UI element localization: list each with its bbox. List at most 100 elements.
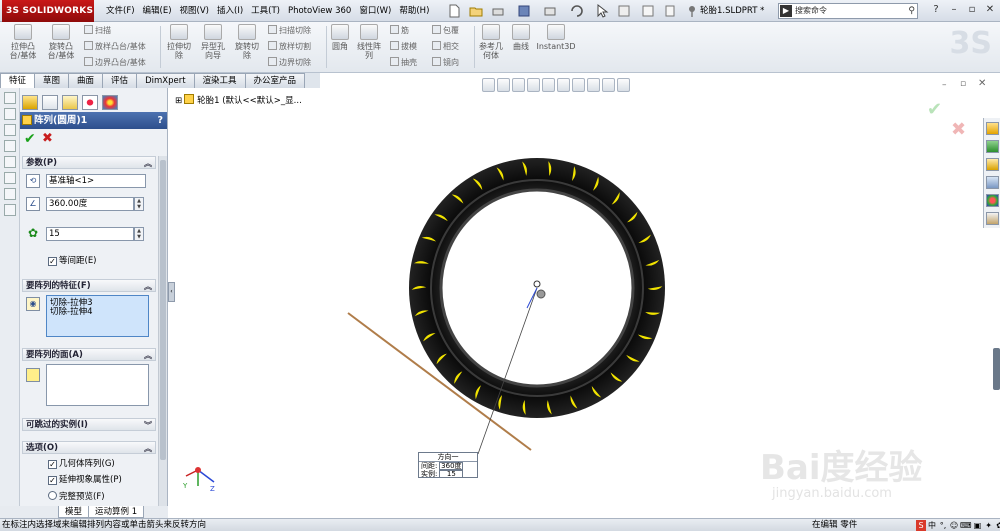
boundary-boss-button[interactable]: 边界凸台/基体 [84, 57, 146, 68]
loft-boss-button[interactable]: 放样凸台/基体 [84, 41, 146, 52]
section-view-icon[interactable] [527, 78, 540, 92]
list-item[interactable]: 切除-拉伸4 [50, 308, 145, 317]
full-preview-radio[interactable]: 完整预览(F) [48, 491, 105, 503]
doc-close-icon[interactable]: ✕ [978, 78, 986, 89]
collapse-chevron-icon[interactable]: ︽ [144, 157, 152, 170]
rebuild-icon[interactable] [616, 3, 632, 19]
design-library-icon[interactable] [986, 140, 999, 153]
features-to-pattern-header[interactable]: 要阵列的特征(F) ︽ [22, 279, 156, 292]
callout-spacing-value[interactable]: 360度 [439, 462, 464, 470]
menu-help[interactable]: 帮助(H) [395, 0, 433, 22]
ime-logo-icon[interactable]: S [916, 520, 926, 531]
tab-model[interactable]: 模型 [58, 506, 90, 518]
panel-collapse-handle[interactable]: ‹ [168, 282, 175, 302]
draft-button[interactable]: 拔模 [390, 41, 417, 52]
faces-to-pattern-header[interactable]: 要阵列的面(A) ︽ [22, 348, 156, 361]
geometry-pattern-checkbox[interactable]: ✓ 几何体阵列(G) [48, 459, 115, 470]
strip-tool-icon[interactable] [4, 124, 16, 136]
feature-tree-root[interactable]: ⊞ 轮胎1 (默认<<默认>_显... [175, 94, 302, 106]
menu-file[interactable]: 文件(F) [102, 0, 139, 22]
configuration-manager-tab-icon[interactable] [62, 95, 78, 110]
parameters-group-header[interactable]: 参数(P) ︽ [22, 156, 156, 169]
search-commands-field[interactable]: ▶ 搜索命令 ⚲ [778, 3, 918, 19]
hide-show-items-icon[interactable] [572, 78, 585, 92]
custom-properties-icon[interactable] [986, 212, 999, 225]
wrap-button[interactable]: 包覆 [432, 25, 459, 36]
curves-button[interactable]: 曲线 [508, 24, 534, 51]
propagate-visual-checkbox[interactable]: ✓ 延伸视象属性(P) [48, 475, 122, 486]
print-icon[interactable] [490, 3, 506, 19]
zoom-to-fit-icon[interactable] [482, 78, 495, 92]
property-manager-tab-icon[interactable] [42, 95, 58, 110]
tree-expand-icon[interactable]: ⊞ [175, 96, 182, 106]
dimxpert-manager-tab-icon[interactable] [82, 95, 98, 110]
zoom-to-area-icon[interactable] [497, 78, 510, 92]
reference-geometry-button[interactable]: 参考几何体 [476, 24, 506, 60]
tab-motion-study[interactable]: 运动算例 1 [88, 506, 145, 518]
file-properties-icon[interactable] [640, 3, 656, 19]
shell-button[interactable]: 抽壳 [390, 57, 417, 68]
previous-view-icon[interactable] [512, 78, 525, 92]
tab-dimxpert[interactable]: DimXpert [136, 73, 195, 88]
lofted-cut-button[interactable]: 放样切割 [268, 41, 311, 52]
close-icon[interactable]: ✕ [982, 2, 998, 18]
view-palette-icon[interactable] [986, 176, 999, 189]
edit-appearance-icon[interactable] [587, 78, 600, 92]
confirmation-corner-ok-icon[interactable]: ✔ [927, 99, 942, 120]
angle-spinner[interactable]: ▲ ▼ [134, 197, 144, 211]
collapse-chevron-icon[interactable]: ︽ [144, 280, 152, 293]
strip-tool-icon[interactable] [4, 172, 16, 184]
appearances-scenes-icon[interactable] [986, 194, 999, 207]
hole-wizard-button[interactable]: 异型孔向导 [198, 24, 228, 60]
menu-photoview[interactable]: PhotoView 360 [284, 0, 355, 22]
fillet-button[interactable]: 圆角 [328, 24, 352, 51]
pattern-axis-field[interactable]: 基准轴<1> [46, 174, 146, 188]
doc-minimize-icon[interactable]: – [942, 80, 947, 90]
rib-button[interactable]: 筋 [390, 25, 409, 36]
ime-toolbox-icon[interactable]: ▣ [973, 520, 983, 531]
ime-keyboard-icon[interactable]: ⌨ [960, 520, 972, 531]
doc-restore-icon[interactable]: ▫ [960, 79, 966, 89]
instant3d-button[interactable]: Instant3D [536, 24, 576, 51]
instances-to-skip-header[interactable]: 可跳过的实例(I) ︾ [22, 418, 156, 431]
menu-edit[interactable]: 编辑(E) [139, 0, 176, 22]
swept-cut-button[interactable]: 扫描切除 [268, 25, 311, 36]
menu-tools[interactable]: 工具(T) [247, 0, 284, 22]
display-manager-tab-icon[interactable] [102, 95, 118, 110]
view-settings-icon[interactable] [617, 78, 630, 92]
print-dropdown-icon[interactable] [542, 3, 558, 19]
menu-window[interactable]: 窗口(W) [355, 0, 395, 22]
axis-origin-icon[interactable] [536, 289, 546, 299]
tab-sketch[interactable]: 草图 [34, 73, 70, 88]
ime-settings-icon[interactable]: ✿ [995, 520, 1000, 531]
strip-tool-icon[interactable] [4, 92, 16, 104]
help-button[interactable]: ? [157, 112, 163, 129]
search-icon[interactable]: ⚲ [908, 4, 915, 18]
revolved-cut-button[interactable]: 旋转切除 [232, 24, 262, 60]
tab-features[interactable]: 特征 [0, 73, 36, 88]
help-question-icon[interactable]: ? [928, 2, 944, 18]
apply-scene-icon[interactable] [602, 78, 615, 92]
tab-render-tools[interactable]: 渲染工具 [193, 73, 246, 88]
strip-tool-icon[interactable] [4, 156, 16, 168]
intersect-button[interactable]: 相交 [432, 41, 459, 52]
file-explorer-icon[interactable] [986, 158, 999, 171]
collapse-chevron-icon[interactable]: ︽ [144, 349, 152, 362]
save-icon[interactable] [516, 3, 532, 19]
pattern-direction-callout[interactable]: 方向一 间距: 360度 实例: 15 [418, 452, 478, 478]
tab-evaluate[interactable]: 评估 [102, 73, 138, 88]
axis-direction-icon[interactable]: ⟲ [26, 174, 40, 188]
tab-surfaces[interactable]: 曲面 [68, 73, 104, 88]
cancel-button[interactable]: ✖ [42, 132, 53, 146]
options-icon[interactable] [662, 3, 678, 19]
sweep-button[interactable]: 扫描 [84, 25, 111, 36]
features-list[interactable]: 切除-拉伸3 切除-拉伸4 [46, 295, 149, 337]
menu-view[interactable]: 视图(V) [176, 0, 213, 22]
strip-tool-icon[interactable] [4, 140, 16, 152]
property-manager-scrollbar[interactable] [158, 156, 167, 506]
extruded-cut-button[interactable]: 拉伸切除 [164, 24, 194, 60]
ok-button[interactable]: ✔ [24, 132, 36, 146]
undo-icon[interactable] [568, 3, 584, 19]
select-arrow-icon[interactable] [594, 3, 610, 19]
ime-chinese-toggle[interactable]: 中 [927, 520, 937, 531]
